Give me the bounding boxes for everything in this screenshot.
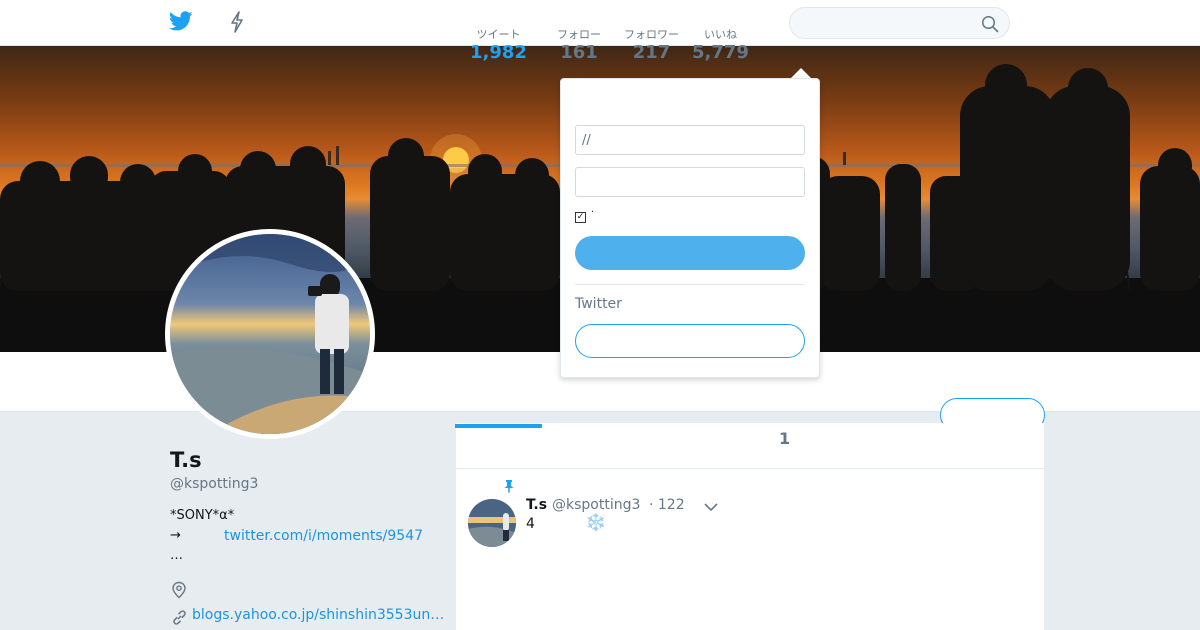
stat-value: 217 [632,42,671,63]
stat-following[interactable]: フォロー 161 [557,28,601,64]
tweet-text: 4 [526,516,535,532]
stat-followers[interactable]: フォロワー 217 [624,28,679,64]
profile-handle: @kspotting3 [170,476,259,492]
active-stat-underline [455,424,542,428]
password-field[interactable] [575,167,805,197]
stat-likes[interactable]: いいね 5,779 [692,28,749,64]
timeline-tabs: 1 [456,423,1044,469]
search-icon[interactable] [981,15,999,33]
login-button[interactable] [575,236,805,270]
stat-value: 161 [560,42,598,63]
pin-icon [503,478,515,493]
login-dropdown: ✓ · Twitter [560,78,820,378]
link-icon [171,609,188,626]
timeline-tab-count[interactable]: 1 [779,429,790,448]
stat-value: 5,779 [692,42,749,63]
lightning-bolt-icon[interactable] [226,10,248,34]
stat-tweets[interactable]: ツイート 1,982 [470,28,527,64]
remember-me-checkbox[interactable]: ✓ [575,212,586,223]
tweet-timestamp[interactable]: · 122 [649,497,685,513]
stat-label: いいね [703,28,737,41]
stat-label: ツイート [476,28,521,41]
dropdown-caret [791,68,811,78]
search-box [789,7,1010,39]
tweet-author-handle[interactable]: @kspotting3 [552,497,640,513]
website-link[interactable]: blogs.yahoo.co.jp/shinshin3553un… [192,607,448,623]
snowflake-emoji: ❄️ [585,513,607,533]
bio-link[interactable]: twitter.com/i/moments/9547 [224,528,423,544]
profile-name: T.s [170,448,202,472]
stat-value: 1,982 [470,42,527,63]
tweet-list: T.s @kspotting3 · 122 4 ❄️ [456,469,1044,630]
profile-bio-line: … [170,548,183,563]
signup-button[interactable] [575,324,805,358]
tweet-author-name[interactable]: T.s [526,497,547,513]
stat-label: フォロー [557,28,601,41]
tweet-avatar[interactable] [468,499,516,547]
location-icon [171,581,187,599]
profile-bio-line: *SONY*α* [170,508,235,523]
stat-label: フォロワー [624,28,679,41]
profile-bio-arrow: → [170,528,181,543]
twitter-bird-icon[interactable] [168,11,193,33]
signup-prompt: Twitter [575,296,622,312]
profile-avatar[interactable] [165,229,375,439]
username-field[interactable] [575,125,805,155]
remember-me-label: · [591,207,595,218]
search-input[interactable] [802,13,972,33]
divider [575,284,805,285]
chevron-down-icon[interactable] [703,499,719,513]
